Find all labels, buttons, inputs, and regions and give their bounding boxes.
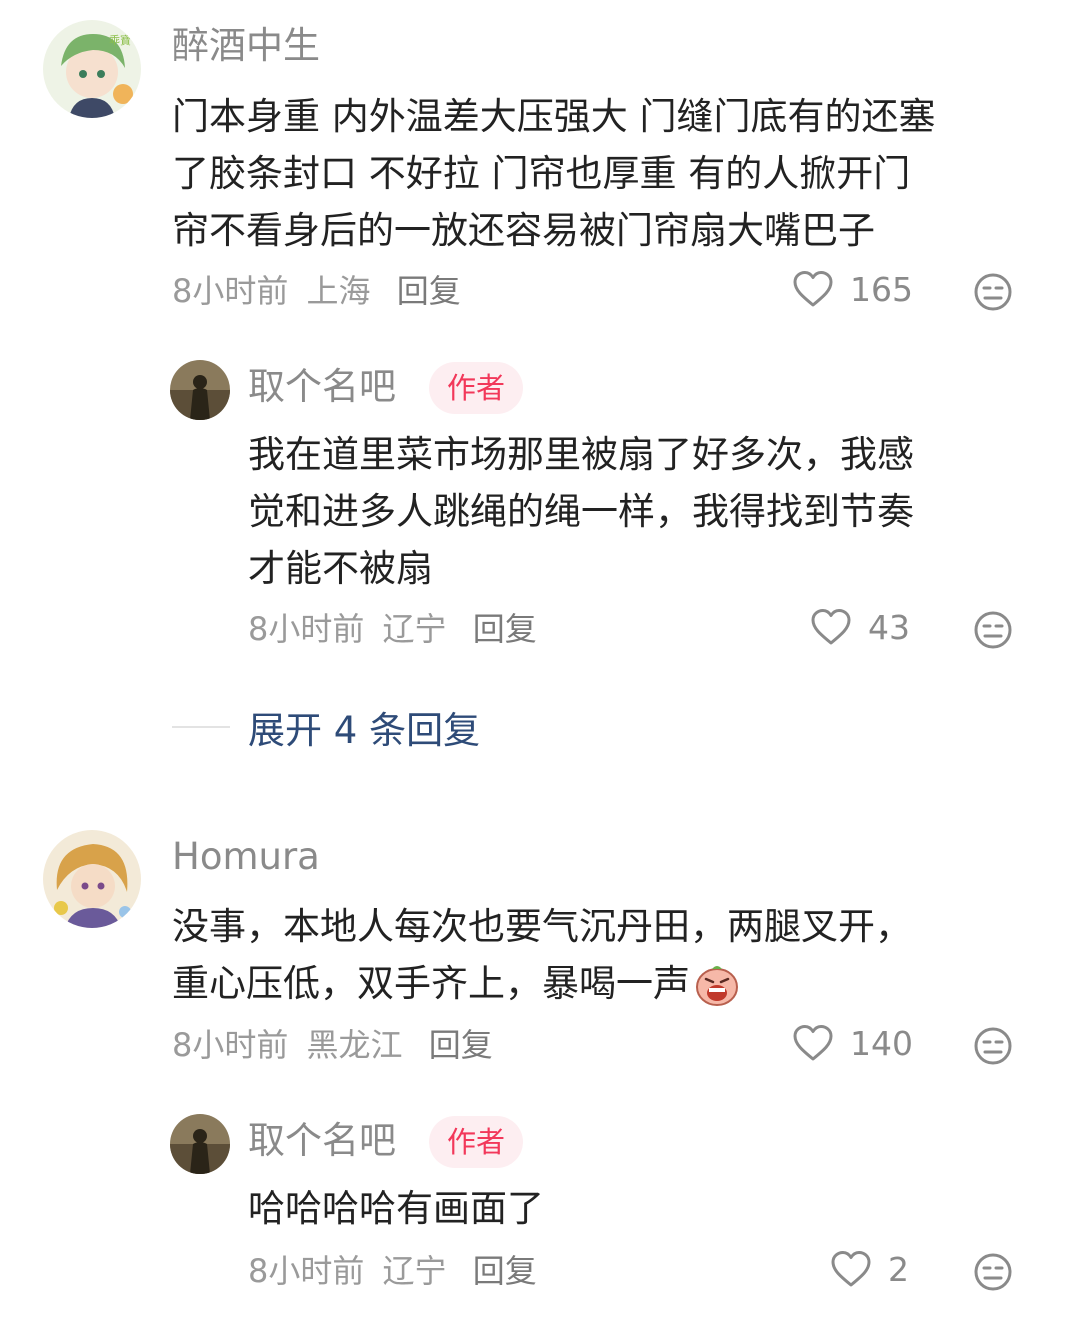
comment-username[interactable]: Homura xyxy=(172,838,320,875)
comment-location: 上海 xyxy=(306,272,371,310)
like-count: 165 xyxy=(850,269,913,309)
reply-meta: 8小时前 辽宁 回复 xyxy=(248,613,545,645)
comment-line: 了胶条封口 不好拉 门帘也厚重 有的人掀开门 xyxy=(172,152,911,195)
like-count: 43 xyxy=(868,607,910,647)
reply-text: 我在道里菜市场那里被扇了好多次，我感 觉和进多人跳绳的绳一样，我得找到节奏 才能… xyxy=(248,426,1038,597)
avatar[interactable]: 乖寶 xyxy=(43,20,141,118)
meh-face-icon xyxy=(974,273,1012,311)
meh-face-icon xyxy=(974,611,1012,649)
reply-time: 8小时前 xyxy=(248,1252,365,1290)
avatar[interactable] xyxy=(170,1114,230,1174)
reply-location: 辽宁 xyxy=(382,610,447,648)
comment-meta: 8小时前 黑龙江 回复 xyxy=(172,1029,501,1061)
comment-text: 没事，本地人每次也要气沉丹田，两腿叉开， 重心压低，双手齐上，暴喝一声 xyxy=(172,898,1052,1012)
dislike-button[interactable] xyxy=(973,272,1013,312)
expand-replies-button[interactable]: 展开 4 条回复 xyxy=(172,700,480,754)
heart-outline-icon xyxy=(831,1251,871,1287)
expand-replies-label: 展开 4 条回复 xyxy=(248,709,481,752)
reply-username[interactable]: 取个名吧 xyxy=(248,1122,396,1159)
reply-meta: 8小时前 辽宁 回复 xyxy=(248,1255,545,1287)
reply-text: 哈哈哈哈有画面了 xyxy=(248,1180,1038,1237)
reply-button[interactable]: 回复 xyxy=(473,1252,537,1290)
like-button[interactable]: 43 xyxy=(810,608,910,646)
comment-line: 帘不看身后的一放还容易被门帘扇大嘴巴子 xyxy=(172,209,875,252)
meh-face-icon xyxy=(974,1253,1012,1291)
meh-face-icon xyxy=(974,1027,1012,1065)
dislike-button[interactable] xyxy=(973,1252,1013,1292)
comment-location: 黑龙江 xyxy=(306,1026,403,1064)
like-button[interactable]: 165 xyxy=(792,270,913,308)
comment-text: 门本身重 内外温差大压强大 门缝门底有的还塞 了胶条封口 不好拉 门帘也厚重 有… xyxy=(172,88,1052,259)
dislike-button[interactable] xyxy=(973,1026,1013,1066)
comment-line: 没事，本地人每次也要气沉丹田，两腿叉开， xyxy=(172,905,912,948)
reply-button[interactable]: 回复 xyxy=(473,610,537,648)
comment-meta: 8小时前 上海 回复 xyxy=(172,275,469,307)
reply-line: 才能不被扇 xyxy=(248,547,433,590)
shouting-face-emoji xyxy=(696,965,738,1006)
like-button[interactable]: 2 xyxy=(830,1250,909,1288)
comment-line: 重心压低，双手齐上，暴喝一声 xyxy=(172,962,690,1005)
heart-outline-icon xyxy=(793,271,833,307)
reply-location: 辽宁 xyxy=(382,1252,447,1290)
comment-time: 8小时前 xyxy=(172,272,289,310)
reply-line: 觉和进多人跳绳的绳一样，我得找到节奏 xyxy=(248,490,914,533)
author-badge: 作者 xyxy=(429,362,524,414)
comment-username[interactable]: 醉酒中生 xyxy=(172,27,320,64)
avatar[interactable] xyxy=(170,360,230,420)
author-badge: 作者 xyxy=(429,1116,524,1168)
comment-time: 8小时前 xyxy=(172,1026,289,1064)
reply-button[interactable]: 回复 xyxy=(397,272,461,310)
like-count: 140 xyxy=(850,1023,913,1063)
heart-outline-icon xyxy=(811,609,851,645)
reply-line: 哈哈哈哈有画面了 xyxy=(248,1187,544,1230)
comment-line: 门本身重 内外温差大压强大 门缝门底有的还塞 xyxy=(172,95,936,138)
heart-outline-icon xyxy=(793,1025,833,1061)
reply-button[interactable]: 回复 xyxy=(429,1026,493,1064)
dislike-button[interactable] xyxy=(973,610,1013,650)
avatar[interactable] xyxy=(43,830,141,928)
reply-username[interactable]: 取个名吧 xyxy=(248,368,396,405)
reply-time: 8小时前 xyxy=(248,610,365,648)
like-count: 2 xyxy=(888,1249,909,1289)
divider xyxy=(172,726,230,728)
svg-text:乖寶: 乖寶 xyxy=(109,33,131,47)
comment-line-with-emoji: 重心压低，双手齐上，暴喝一声 xyxy=(172,955,1052,1012)
like-button[interactable]: 140 xyxy=(792,1024,913,1062)
reply-line: 我在道里菜市场那里被扇了好多次，我感 xyxy=(248,433,914,476)
